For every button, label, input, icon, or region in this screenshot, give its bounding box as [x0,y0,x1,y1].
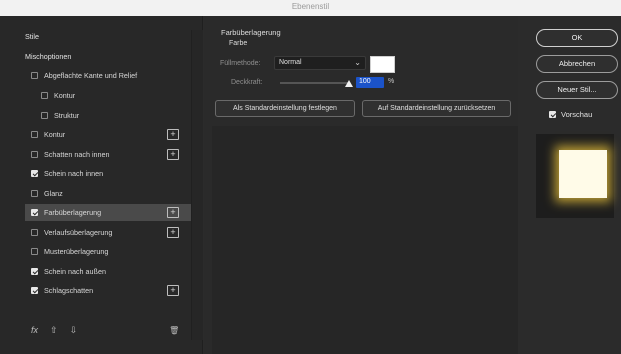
preview-thumbnail [559,150,607,198]
sidebar-item-schein-nach-innen[interactable]: Schein nach innen [25,165,191,182]
sidebar-item-mischoptionen[interactable]: Mischoptionen [25,48,191,65]
sidebar-item-abgeflachte-kante[interactable]: Abgeflachte Kante und Relief [25,67,191,84]
sidebar-item-label: Verlaufsüberlagerung [44,228,113,237]
opacity-unit: % [388,78,395,85]
sidebar-item-label: Schein nach außen [44,267,106,276]
group-title: Farbe [229,40,248,47]
add-schatten-nach-innen-button[interactable]: + [167,149,179,160]
checkbox[interactable] [31,131,38,138]
sidebar-item-label: Struktur [54,111,80,120]
checkbox-checked[interactable] [31,209,38,216]
checkbox-checked[interactable] [31,170,38,177]
reset-default-button[interactable]: Auf Standardeinstellung zurücksetzen [362,100,511,117]
sidebar-item-label: Abgeflachte Kante und Relief [44,71,138,80]
checkbox[interactable] [31,151,38,158]
checkbox[interactable] [41,112,48,119]
sidebar-item-label: Schlagschatten [44,286,94,295]
blend-mode-value: Normal [279,59,302,66]
preview-label: Vorschau [561,110,593,119]
preview-toggle[interactable]: Vorschau [549,110,592,119]
blend-mode-select[interactable]: Normal ⌄ [274,56,366,70]
cancel-button[interactable]: Abbrechen [536,55,618,73]
sidebar-item-schein-nach-aussen[interactable]: Schein nach außen [25,263,191,280]
opacity-slider-thumb[interactable] [345,80,353,87]
sidebar-scrollbar[interactable] [191,30,203,340]
checkbox-checked[interactable] [549,111,556,118]
sidebar-item-glanz[interactable]: Glanz [25,185,191,202]
color-swatch[interactable] [370,56,395,73]
checkbox[interactable] [31,229,38,236]
sidebar-item-label: Musterüberlagerung [44,247,109,256]
sidebar-item-label: Kontur [54,91,76,100]
set-default-button[interactable]: Als Standardeinstellung festlegen [215,100,355,117]
checkbox[interactable] [31,248,38,255]
add-verlaufsueberlagerung-button[interactable]: + [167,227,179,238]
settings-empty-area [212,126,522,354]
add-farbueberlagerung-button[interactable]: + [167,207,179,218]
move-up-icon[interactable]: ⇧ [50,325,58,336]
new-style-button[interactable]: Neuer Stil... [536,81,618,99]
sidebar-footer: fx ⇧ ⇩ 🗑 [25,322,191,338]
dialog-title: Ebenenstil [291,2,330,11]
sidebar-item-stile[interactable]: Stile [25,28,191,45]
add-kontur-button[interactable]: + [167,129,179,140]
checkbox[interactable] [41,92,48,99]
opacity-input[interactable]: 100 [356,77,384,88]
fx-icon[interactable]: fx [31,325,38,335]
dialog-titlebar: Ebenenstil [0,0,621,16]
sidebar-item-label: Mischoptionen [25,52,72,61]
opacity-slider-track[interactable] [280,82,350,84]
sidebar-item-kontur-sub[interactable]: Kontur [25,87,191,104]
add-schlagschatten-button[interactable]: + [167,285,179,296]
blend-mode-label: Füllmethode: [220,60,261,67]
sidebar-item-label: Stile [25,32,39,41]
sidebar-item-label: Schatten nach innen [44,150,110,159]
chevron-down-icon: ⌄ [354,58,361,67]
move-down-icon[interactable]: ⇩ [70,325,78,336]
opacity-label: Deckkraft: [231,79,263,86]
checkbox-checked[interactable] [31,287,38,294]
checkbox[interactable] [31,72,38,79]
sidebar-item-musterueberlagerung[interactable]: Musterüberlagerung [25,243,191,260]
sidebar-item-label: Schein nach innen [44,169,104,178]
section-title: Farbüberlagerung [221,28,281,37]
sidebar-item-label: Glanz [44,189,63,198]
sidebar-item-label: Kontur [44,130,66,139]
checkbox[interactable] [31,190,38,197]
ok-button[interactable]: OK [536,29,618,47]
checkbox-checked[interactable] [31,268,38,275]
trash-icon[interactable]: 🗑 [169,326,179,335]
sidebar-item-label: Farbüberlagerung [44,208,102,217]
sidebar-item-struktur[interactable]: Struktur [25,107,191,124]
